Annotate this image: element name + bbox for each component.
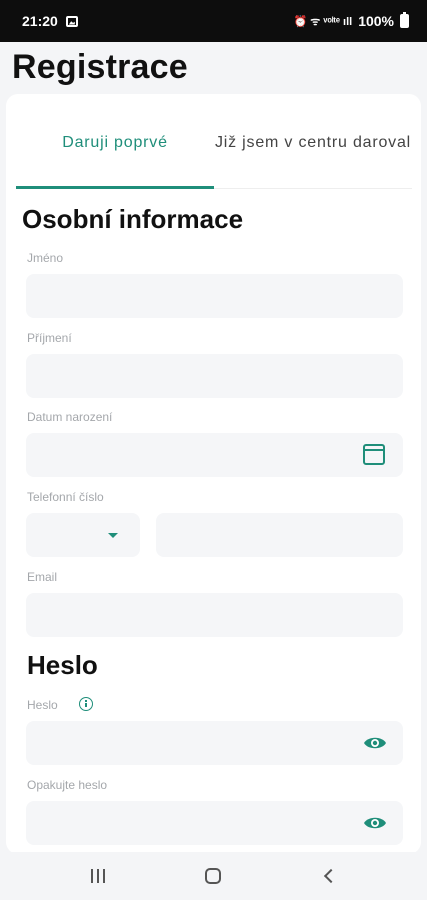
system-nav-bar xyxy=(0,852,427,900)
back-icon xyxy=(324,868,339,884)
password-repeat-label: Opakujte heslo xyxy=(27,778,108,792)
battery-icon xyxy=(400,12,409,28)
phone-label: Telefonní číslo xyxy=(27,490,104,504)
phone-number-field[interactable] xyxy=(156,513,403,557)
status-time: 21:20 xyxy=(22,13,58,29)
birth-date-label: Datum narození xyxy=(27,410,113,424)
password-repeat-field[interactable] xyxy=(26,801,403,845)
password-field[interactable] xyxy=(26,721,403,765)
calendar-icon[interactable] xyxy=(363,444,385,465)
home-icon xyxy=(205,868,222,884)
home-button[interactable] xyxy=(193,856,233,896)
section-title-personal: Osobní informace xyxy=(22,204,244,234)
eye-icon[interactable] xyxy=(363,736,387,750)
last-name-label: Příjmení xyxy=(27,331,72,345)
recent-apps-icon xyxy=(90,869,105,883)
tab-divider xyxy=(214,188,412,189)
first-name-label: Jméno xyxy=(27,251,64,265)
registration-card: Daruji poprvé Již jsem v centru daroval … xyxy=(6,94,421,854)
email-field[interactable] xyxy=(26,593,403,637)
status-icons: ⏰ ᯤ ᵛᵒˡᵗᵉ ıll xyxy=(293,15,353,28)
first-name-field[interactable] xyxy=(26,274,403,318)
birth-date-field[interactable] xyxy=(26,433,403,477)
page-title: Registrace xyxy=(12,48,188,86)
tab-bar: Daruji poprvé Již jsem v centru daroval xyxy=(6,94,421,192)
email-label: Email xyxy=(27,570,58,584)
tab-first-donation[interactable]: Daruji poprvé xyxy=(16,94,214,192)
info-icon[interactable] xyxy=(79,697,93,711)
phone-prefix-dropdown[interactable] xyxy=(26,513,140,557)
battery-level: 100% xyxy=(358,13,394,29)
eye-icon[interactable] xyxy=(363,816,387,830)
gallery-notification-icon xyxy=(65,15,78,27)
active-tab-indicator xyxy=(16,186,214,189)
section-title-password: Heslo xyxy=(27,650,98,680)
password-label: Heslo xyxy=(27,698,58,712)
chevron-down-icon xyxy=(108,533,118,538)
recent-apps-button[interactable] xyxy=(78,856,118,896)
last-name-field[interactable] xyxy=(26,354,403,398)
back-button[interactable] xyxy=(309,856,349,896)
tab-returning-donor[interactable]: Již jsem v centru daroval xyxy=(214,94,412,192)
status-bar: 21:20 ⏰ ᯤ ᵛᵒˡᵗᵉ ıll 100% xyxy=(0,0,427,42)
